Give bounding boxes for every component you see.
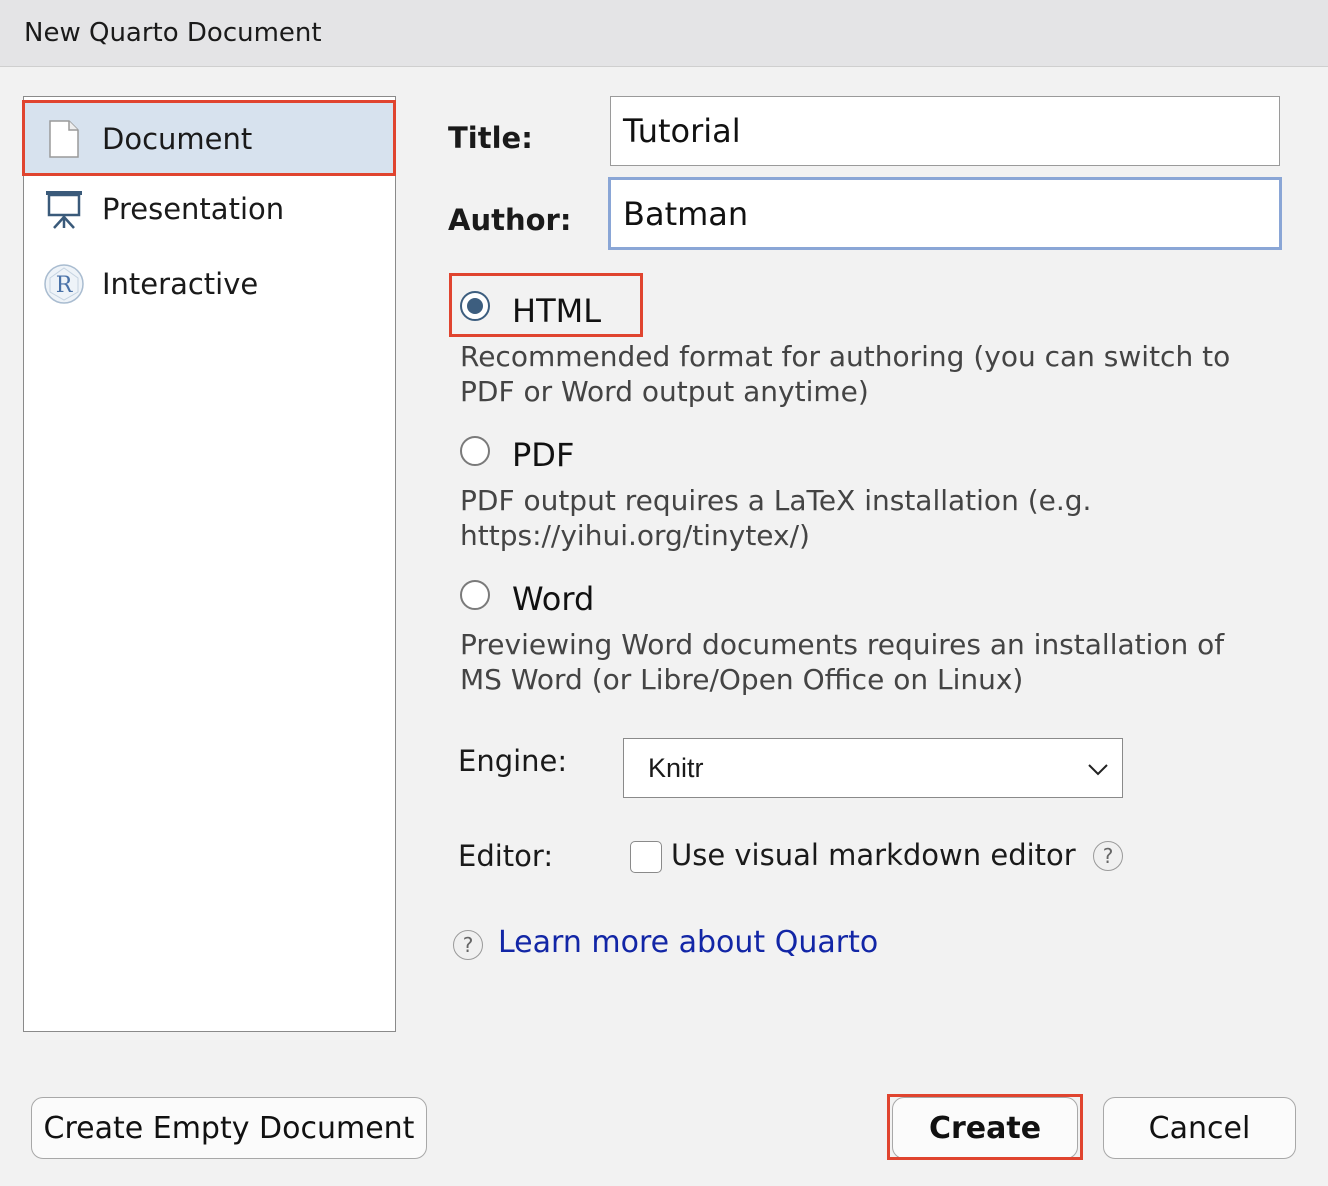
highlight-box-document [22, 100, 396, 176]
editor-label: Editor: [458, 839, 554, 873]
svg-text:R: R [56, 273, 74, 298]
description-line: https://yihui.org/tinytex/) [460, 519, 810, 552]
highlight-box-create [887, 1094, 1083, 1160]
dialog-title: New Quarto Document [24, 18, 322, 48]
author-input[interactable]: Batman [608, 177, 1282, 250]
word-description: Previewing Word documents requires an in… [460, 627, 1280, 697]
html-description: Recommended format for authoring (you ca… [460, 339, 1280, 409]
help-icon[interactable]: ? [1093, 841, 1123, 871]
help-icon[interactable]: ? [453, 930, 483, 960]
engine-selected-value: Knitr [648, 752, 704, 783]
pdf-description: PDF output requires a LaTeX installation… [460, 483, 1280, 553]
visual-editor-label[interactable]: Use visual markdown editor [671, 838, 1076, 872]
radio-pdf[interactable] [460, 436, 490, 466]
description-line: Previewing Word documents requires an in… [460, 628, 1225, 661]
dialog-titlebar: New Quarto Document [0, 0, 1328, 67]
title-label: Title: [448, 121, 533, 155]
document-type-list: Document Presentation R Interactive [23, 96, 396, 1032]
engine-select[interactable]: Knitr [623, 738, 1123, 798]
r-logo-icon: R [42, 262, 86, 306]
visual-editor-checkbox[interactable] [630, 841, 662, 873]
sidebar-item-label: Interactive [102, 267, 259, 301]
format-label-word[interactable]: Word [512, 580, 594, 618]
background-window-fragment [956, 0, 1316, 7]
cancel-button[interactable]: Cancel [1103, 1097, 1296, 1159]
description-line: MS Word (or Libre/Open Office on Linux) [460, 663, 1024, 696]
radio-word[interactable] [460, 580, 490, 610]
learn-more-link[interactable]: Learn more about Quarto [498, 925, 878, 960]
format-label-pdf[interactable]: PDF [512, 436, 574, 474]
author-label: Author: [448, 203, 572, 237]
sidebar-item-presentation[interactable]: Presentation [24, 173, 395, 245]
engine-label: Engine: [458, 744, 568, 778]
create-empty-document-button[interactable]: Create Empty Document [31, 1097, 427, 1159]
presentation-icon [42, 187, 86, 231]
title-input[interactable]: Tutorial [610, 96, 1280, 166]
description-line: Recommended format for authoring (you ca… [460, 340, 1231, 373]
description-line: PDF or Word output anytime) [460, 375, 869, 408]
description-line: PDF output requires a LaTeX installation… [460, 484, 1092, 517]
highlight-box-html [449, 273, 643, 337]
sidebar-item-label: Presentation [102, 192, 285, 226]
chevron-down-icon [1086, 757, 1110, 788]
sidebar-item-interactive[interactable]: R Interactive [24, 248, 395, 320]
